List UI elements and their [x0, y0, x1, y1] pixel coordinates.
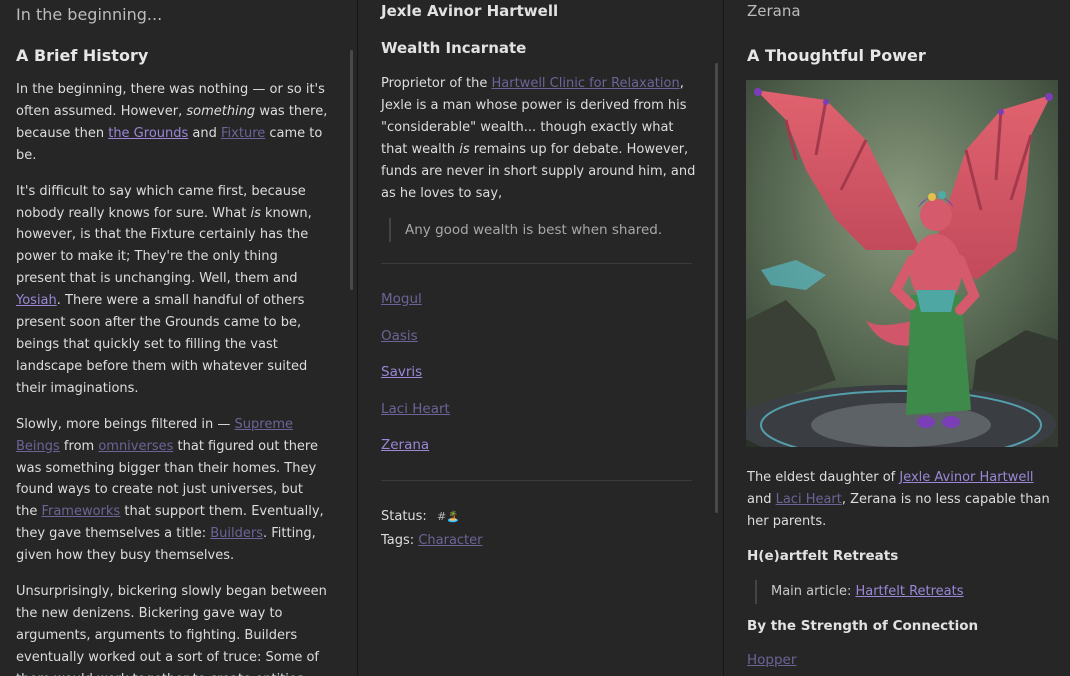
link-yosiah[interactable]: Yosiah: [16, 293, 57, 308]
text: Unsurprisingly, bickering slowly began b…: [16, 584, 327, 676]
figurine-illustration: [746, 80, 1058, 447]
section-heading: A Thoughtful Power: [747, 46, 926, 65]
pane-title: Zerana: [747, 2, 801, 20]
link-hopper[interactable]: Hopper: [747, 652, 796, 668]
link-the-grounds[interactable]: the Grounds: [108, 126, 188, 141]
paragraph: Unsurprisingly, bickering slowly began b…: [16, 581, 328, 676]
link-builders[interactable]: Builders: [210, 526, 263, 541]
tag-character-link[interactable]: Character: [418, 533, 482, 548]
status-label: Status:: [381, 509, 427, 524]
emphasis: is: [250, 205, 261, 221]
subheading-connection: By the Strength of Connection: [747, 618, 979, 634]
link-fixture[interactable]: Fixture: [221, 126, 265, 141]
emphasis: something: [186, 103, 256, 119]
note-body: In the beginning, there was nothing — or…: [16, 79, 328, 676]
text: and: [747, 491, 776, 507]
text: and: [188, 125, 222, 141]
paragraph: In the beginning, there was nothing — or…: [16, 79, 328, 167]
pane-title: In the beginning...: [16, 5, 163, 24]
link-laci-heart[interactable]: Laci Heart: [776, 492, 842, 507]
link-frameworks[interactable]: Frameworks: [41, 504, 120, 519]
paragraph: Slowly, more beings filtered in — Suprem…: [16, 414, 328, 567]
link-zerana[interactable]: Zerana: [381, 437, 429, 453]
note-pane-zerana: Zerana A Thoughtful Power The eldest dau…: [724, 0, 1070, 676]
emphasis: is: [459, 141, 470, 157]
note-body: Proprietor of the Hartwell Clinic for Re…: [381, 73, 699, 204]
scrollbar[interactable]: [715, 63, 718, 513]
text: Proprietor of the: [381, 76, 492, 91]
tags-row: Tags: Character: [381, 533, 483, 548]
subheading-retreats: H(e)artfelt Retreats: [747, 548, 899, 564]
link-laci-heart[interactable]: Laci Heart: [381, 401, 450, 417]
paragraph: It's difficult to say which came first, …: [16, 181, 328, 400]
scrollbar[interactable]: [350, 50, 353, 290]
status-row: Status: #🏝️: [381, 509, 460, 524]
link-hartfelt-retreats[interactable]: Hartfelt Retreats: [855, 584, 963, 599]
blockquote: Any good wealth is best when shared.: [389, 218, 662, 242]
link-jexle[interactable]: Jexle Avinor Hartwell: [899, 470, 1033, 485]
divider-line: [381, 480, 692, 481]
text: The eldest daughter of: [747, 470, 900, 485]
paragraph: Proprietor of the Hartwell Clinic for Re…: [381, 73, 699, 204]
divider-line: [381, 263, 692, 264]
status-tag[interactable]: #🏝️: [437, 510, 460, 523]
note-pane-history: In the beginning... A Brief History In t…: [0, 0, 357, 676]
section-heading: Wealth Incarnate: [381, 39, 527, 57]
pane-title: Jexle Avinor Hartwell: [381, 2, 559, 20]
main-article-label: Main article:: [771, 584, 856, 599]
link-savris[interactable]: Savris: [381, 364, 422, 380]
section-heading: A Brief History: [16, 46, 149, 65]
paragraph: The eldest daughter of Jexle Avinor Hart…: [747, 467, 1057, 533]
intro-paragraph: The eldest daughter of Jexle Avinor Hart…: [747, 467, 1057, 533]
link-mogul[interactable]: Mogul: [381, 291, 422, 307]
link-oasis[interactable]: Oasis: [381, 328, 418, 344]
text: from: [59, 438, 99, 454]
link-hartwell-clinic[interactable]: Hartwell Clinic for Relaxation: [492, 76, 680, 91]
main-article-callout: Main article: Hartfelt Retreats: [755, 580, 964, 604]
link-omniverses[interactable]: omniverses: [98, 439, 173, 454]
tags-label: Tags:: [381, 533, 415, 548]
note-pane-jexle: Jexle Avinor Hartwell Wealth Incarnate P…: [358, 0, 723, 676]
text: Slowly, more beings filtered in —: [16, 416, 235, 432]
zerana-figurine-image: [746, 80, 1058, 447]
text: . There were a small handful of others p…: [16, 293, 308, 396]
